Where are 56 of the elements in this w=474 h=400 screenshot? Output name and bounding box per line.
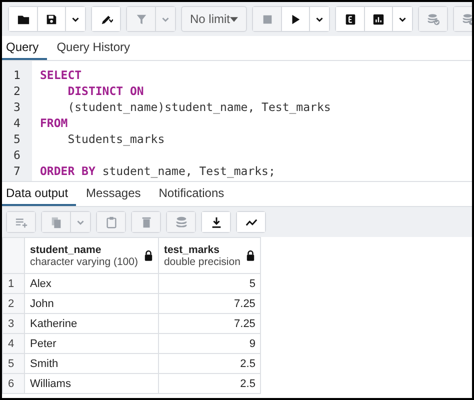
column-type: character varying (100) <box>30 256 138 268</box>
editor-tab[interactable]: Query History <box>52 36 138 60</box>
save-icon <box>45 12 58 26</box>
line-number: 3 <box>12 99 22 115</box>
code-line: FROM <box>40 115 69 131</box>
row-number: 2 <box>2 294 24 314</box>
table-cell: 7.25 <box>158 314 261 334</box>
row-number: 6 <box>2 374 24 394</box>
column-type: double precision <box>164 256 240 268</box>
line-number: 5 <box>12 131 22 147</box>
stop-icon <box>260 12 274 26</box>
line-number: 7 <box>12 163 22 179</box>
code-line: DISTINCT ON <box>66 83 145 99</box>
caret-button[interactable] <box>309 7 330 31</box>
table-cell: 2.5 <box>158 354 261 374</box>
database-icon <box>174 216 188 228</box>
code-line: Students_marks <box>66 131 166 147</box>
database-check-icon <box>426 12 440 26</box>
bar-chart-icon <box>372 12 386 26</box>
download-icon <box>210 216 222 228</box>
row-number: 5 <box>2 354 24 374</box>
table-cell: Smith <box>24 354 158 374</box>
line-number: 6 <box>12 147 22 163</box>
table-cell: Katherine <box>24 314 158 334</box>
code-line: ORDER BY student_name, Test_marks; <box>40 163 276 179</box>
caret-icon <box>230 16 238 22</box>
output-tab[interactable]: Messages <box>82 182 149 206</box>
code-line: SELECT <box>40 67 83 83</box>
row-number: 1 <box>2 274 24 294</box>
table-cell: 5 <box>158 274 261 294</box>
row-number: 3 <box>2 314 24 334</box>
row-number: 4 <box>2 334 24 354</box>
caret-button[interactable] <box>392 7 412 31</box>
lock-icon <box>144 250 153 261</box>
caret-button[interactable] <box>65 7 85 31</box>
output-tab[interactable]: Notifications <box>154 182 232 206</box>
line-number: 1 <box>12 67 22 83</box>
copy-icon <box>50 216 62 228</box>
line-number: 4 <box>12 115 22 131</box>
lock-icon <box>246 250 256 261</box>
table-cell: Peter <box>24 334 158 354</box>
explain-icon <box>344 12 357 26</box>
trash-icon <box>140 216 152 228</box>
filter-icon <box>134 12 148 26</box>
column-name: test_marks <box>164 244 220 256</box>
add-row-icon <box>14 216 28 228</box>
clipboard-icon <box>104 216 118 228</box>
table-cell: John <box>24 294 158 314</box>
column-name: student_name <box>30 244 102 256</box>
line-number: 2 <box>12 83 22 99</box>
code-line: (student_name)student_name, Test_marks <box>66 99 331 115</box>
table-cell: 9 <box>158 334 261 354</box>
table-cell: Alex <box>24 274 158 294</box>
table-cell: 2.5 <box>158 374 261 394</box>
table-cell: Williams <box>24 374 158 394</box>
table-cell: 7.25 <box>158 294 261 314</box>
